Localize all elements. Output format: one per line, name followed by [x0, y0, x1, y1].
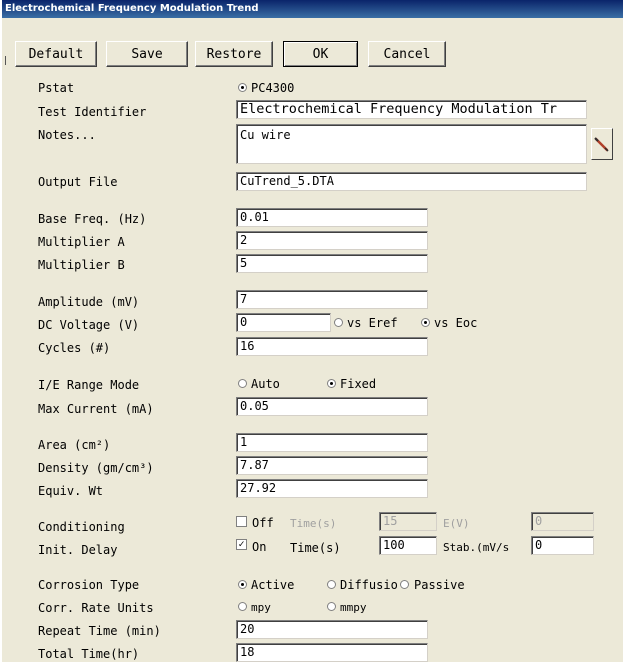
corrosion-diffusion-label: Diffusio: [340, 578, 398, 592]
window-left-edge: [0, 0, 2, 662]
mmpy-radio[interactable]: [327, 602, 336, 611]
init-delay-stab-label: Stab.(mV/s: [443, 541, 510, 554]
conditioning-time-input[interactable]: 15: [379, 512, 437, 531]
corrosion-passive-label: Passive: [414, 578, 465, 592]
cycles-input[interactable]: 16: [236, 337, 428, 356]
output-file-label: Output File: [38, 175, 118, 189]
corr-rate-units-label: Corr. Rate Units: [38, 601, 154, 615]
density-input[interactable]: 7.87: [236, 456, 428, 475]
vs-eoc-radio[interactable]: [421, 318, 430, 327]
total-time-label: Total Time(hr): [38, 647, 140, 661]
wrench-icon: [594, 137, 609, 152]
cycles-label: Cycles (#): [38, 341, 111, 355]
ie-fixed-label: Fixed: [340, 377, 377, 391]
conditioning-label: Conditioning: [38, 520, 125, 534]
pstat-option-label: PC4300: [251, 81, 295, 95]
multiplier-b-input[interactable]: 5: [236, 254, 428, 273]
vs-eref-radio[interactable]: [334, 318, 343, 327]
save-button[interactable]: Save: [106, 41, 188, 67]
conditioning-checkbox[interactable]: [236, 516, 247, 527]
corrosion-active-radio[interactable]: [238, 580, 247, 589]
mpy-radio[interactable]: [238, 602, 247, 611]
base-freq-label: Base Freq. (Hz): [38, 212, 147, 226]
init-delay-time-input[interactable]: 100: [379, 536, 437, 555]
amplitude-input[interactable]: 7: [236, 290, 428, 309]
corrosion-diffusion-radio[interactable]: [327, 580, 336, 589]
notes-label[interactable]: Notes...: [38, 128, 96, 142]
mpy-label: mpy: [251, 601, 271, 614]
dc-voltage-input[interactable]: 0: [236, 313, 331, 332]
base-freq-input[interactable]: 0.01: [236, 208, 428, 227]
notes-edit-button[interactable]: [591, 128, 613, 160]
init-delay-check-label: On: [252, 540, 267, 554]
max-current-label: Max Current (mA): [38, 402, 154, 416]
conditioning-e-input[interactable]: 0: [531, 512, 594, 531]
ie-range-mode-label: I/E Range Mode: [38, 378, 140, 392]
pstat-radio[interactable]: [238, 83, 247, 92]
repeat-time-label: Repeat Time (min): [38, 624, 161, 638]
dc-voltage-label: DC Voltage (V): [38, 318, 140, 332]
notes-textarea[interactable]: Cu wire: [236, 124, 587, 164]
equiv-wt-label: Equiv. Wt: [38, 484, 104, 498]
ie-fixed-radio[interactable]: [327, 379, 336, 388]
corrosion-passive-radio[interactable]: [400, 580, 409, 589]
test-identifier-input[interactable]: Electrochemical Frequency Modulation Tr: [236, 100, 587, 119]
ie-auto-label: Auto: [251, 377, 280, 391]
amplitude-label: Amplitude (mV): [38, 295, 140, 309]
repeat-time-input[interactable]: 20: [236, 620, 428, 639]
output-file-input[interactable]: CuTrend_5.DTA: [236, 172, 587, 191]
default-button[interactable]: Default: [15, 41, 97, 67]
init-delay-time-label: Time(s): [290, 541, 341, 555]
equiv-wt-input[interactable]: 27.92: [236, 479, 428, 498]
conditioning-time-label: Time(s): [290, 517, 337, 530]
pstat-label: Pstat: [38, 81, 75, 95]
corrosion-active-label: Active: [251, 578, 295, 592]
conditioning-check-label: Off: [252, 516, 274, 530]
corrosion-type-label: Corrosion Type: [38, 578, 140, 592]
total-time-input[interactable]: 18: [236, 643, 428, 662]
ok-button[interactable]: OK: [283, 41, 358, 67]
area-input[interactable]: 1: [236, 433, 428, 452]
init-delay-label: Init. Delay: [38, 543, 118, 557]
cancel-button[interactable]: Cancel: [368, 41, 446, 67]
ie-auto-radio[interactable]: [238, 379, 247, 388]
init-delay-checkbox[interactable]: ✓: [236, 539, 247, 550]
area-label: Area (cm²): [38, 438, 111, 452]
test-identifier-label: Test Identifier: [38, 105, 147, 119]
vs-eoc-label: vs Eoc: [434, 316, 478, 330]
density-label: Density (gm/cm³): [38, 461, 154, 475]
max-current-input[interactable]: 0.05: [236, 397, 428, 416]
multiplier-b-label: Multiplier B: [38, 258, 125, 272]
init-delay-stab-input[interactable]: 0: [531, 536, 594, 555]
window-edge-tick: [5, 56, 6, 65]
multiplier-a-label: Multiplier A: [38, 235, 125, 249]
conditioning-e-label: E(V): [443, 517, 470, 530]
mmpy-label: mmpy: [340, 601, 367, 614]
vs-eref-label: vs Eref: [347, 316, 398, 330]
title-bar[interactable]: Electrochemical Frequency Modulation Tre…: [2, 0, 623, 18]
dialog-window: Electrochemical Frequency Modulation Tre…: [0, 0, 623, 662]
multiplier-a-input[interactable]: 2: [236, 231, 428, 250]
restore-button[interactable]: Restore: [195, 41, 273, 67]
